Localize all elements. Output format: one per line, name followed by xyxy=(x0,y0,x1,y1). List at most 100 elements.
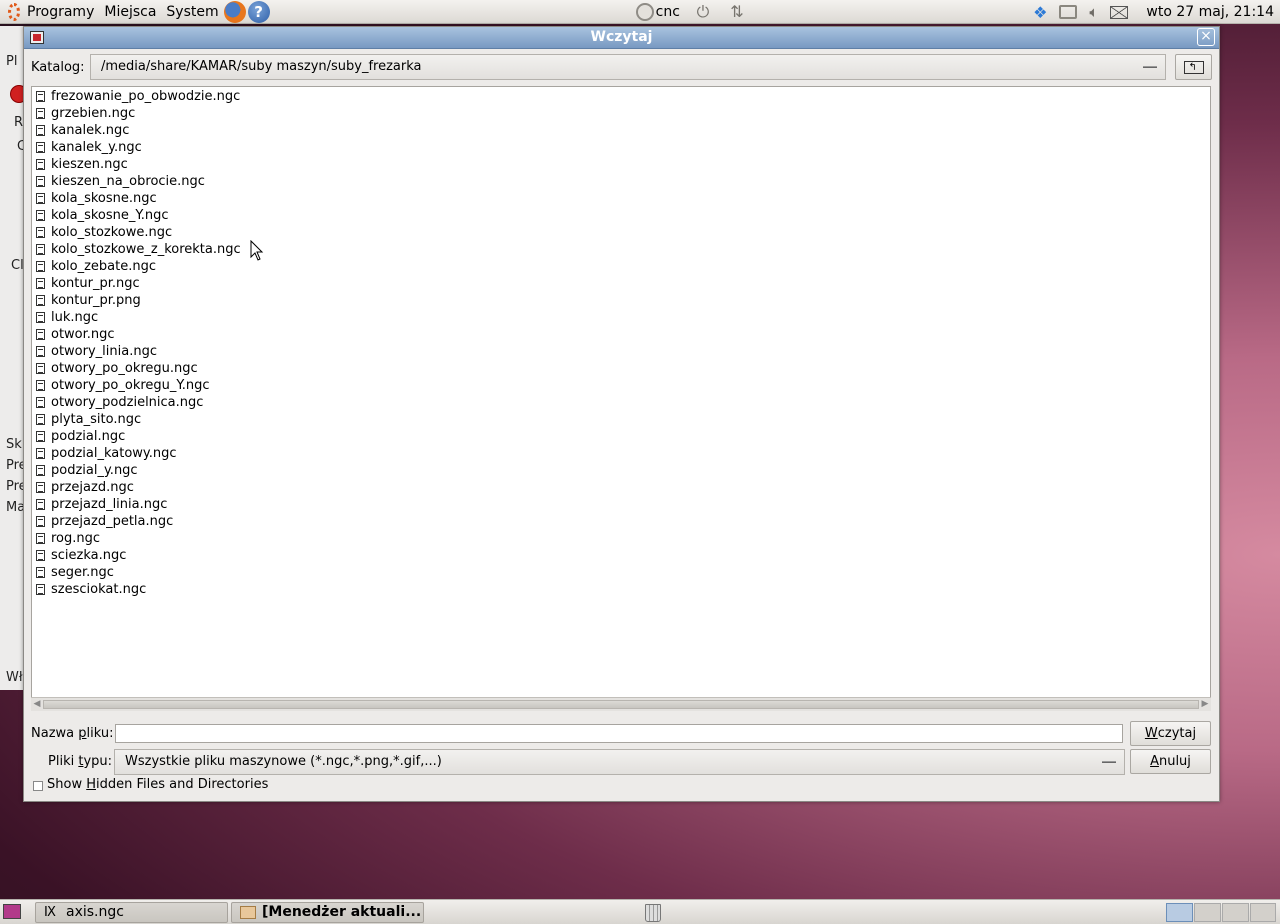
background-window: Pl R C Cl Sk Pre Pre Ma Wł xyxy=(0,26,28,690)
file-icon xyxy=(36,465,45,476)
filename-input[interactable] xyxy=(115,724,1123,743)
clock[interactable]: wto 27 maj, 21:14 xyxy=(1140,4,1274,20)
file-icon xyxy=(36,227,45,238)
file-list-item[interactable]: podzial_y.ngc xyxy=(32,462,1210,479)
file-icon xyxy=(36,397,45,408)
file-icon xyxy=(36,278,45,289)
file-list-item[interactable]: przejazd_linia.ngc xyxy=(32,496,1210,513)
file-list-item[interactable]: seger.ngc xyxy=(32,564,1210,581)
file-list-item[interactable]: otwory_po_okregu.ngc xyxy=(32,360,1210,377)
volume-icon[interactable]: 🔈︎ xyxy=(1089,3,1098,21)
file-list-item[interactable]: kieszen.ngc xyxy=(32,156,1210,173)
file-icon xyxy=(36,380,45,391)
bg-fragment: Sk xyxy=(6,437,22,452)
file-list-item[interactable]: plyta_sito.ngc xyxy=(32,411,1210,428)
file-list-item[interactable]: kontur_pr.ngc xyxy=(32,275,1210,292)
scroll-left-icon[interactable]: ◀ xyxy=(32,698,42,711)
file-list-item[interactable]: kolo_stozkowe_z_korekta.ngc xyxy=(32,241,1210,258)
taskbar-item-axis[interactable]: Ⅸ axis.ngc xyxy=(35,902,228,923)
file-list-item[interactable]: kolo_stozkowe.ngc xyxy=(32,224,1210,241)
file-list-item[interactable]: kanalek_y.ngc xyxy=(32,139,1210,156)
firefox-icon[interactable] xyxy=(223,0,246,23)
file-list-item[interactable]: otwor.ngc xyxy=(32,326,1210,343)
workspace-3[interactable] xyxy=(1222,903,1249,922)
filetype-combo[interactable]: Wszystkie pliku maszynowe (*.ngc,*.png,*… xyxy=(114,749,1125,775)
file-name: kontur_pr.ngc xyxy=(51,276,140,291)
network-icon[interactable]: ⇅ xyxy=(726,2,748,21)
file-list-item[interactable]: kontur_pr.png xyxy=(32,292,1210,309)
file-list-item[interactable]: otwory_linia.ngc xyxy=(32,343,1210,360)
file-list-item[interactable]: podzial.ngc xyxy=(32,428,1210,445)
file-list-item[interactable]: kieszen_na_obrocie.ngc xyxy=(32,173,1210,190)
file-name: kola_skosne_Y.ngc xyxy=(51,208,169,223)
trash-icon[interactable] xyxy=(645,904,661,922)
mail-icon[interactable] xyxy=(1110,5,1129,19)
file-name: sciezka.ngc xyxy=(51,548,127,563)
file-list-item[interactable]: podzial_katowy.ngc xyxy=(32,445,1210,462)
file-list[interactable]: frezowanie_po_obwodzie.ngc grzebien.ngc ka… xyxy=(31,86,1211,711)
load-button[interactable]: Wczytaj xyxy=(1130,721,1211,746)
file-name: podzial_y.ngc xyxy=(51,463,138,478)
show-desktop-icon[interactable] xyxy=(3,904,21,919)
workspace-2[interactable] xyxy=(1194,903,1221,922)
file-icon xyxy=(36,499,45,510)
file-list-item[interactable]: sciezka.ngc xyxy=(32,547,1210,564)
directory-combo[interactable]: /media/share/KAMAR/suby maszyn/suby_frez… xyxy=(90,54,1166,80)
close-icon[interactable]: × xyxy=(1197,28,1215,46)
file-name: frezowanie_po_obwodzie.ngc xyxy=(51,89,241,104)
workspace-4[interactable] xyxy=(1250,903,1276,922)
file-name: kola_skosne.ngc xyxy=(51,191,157,206)
display-icon[interactable] xyxy=(1059,5,1078,19)
file-icon xyxy=(36,414,45,425)
scroll-right-icon[interactable]: ▶ xyxy=(1200,698,1210,711)
horizontal-scrollbar[interactable]: ◀ ▶ xyxy=(31,697,1211,711)
cancel-button[interactable]: Anuluj xyxy=(1130,749,1211,774)
file-list-item[interactable]: przejazd_petla.ngc xyxy=(32,513,1210,530)
file-list-item[interactable]: luk.ngc xyxy=(32,309,1210,326)
scrollbar-thumb[interactable] xyxy=(43,700,1199,709)
file-icon xyxy=(36,176,45,187)
file-icon xyxy=(36,516,45,527)
file-list-item[interactable]: grzebien.ngc xyxy=(32,105,1210,122)
menu-miejsca[interactable]: Miejsca xyxy=(99,0,161,24)
filetype-label: Pliki typu: xyxy=(48,754,113,769)
menu-system[interactable]: System xyxy=(161,0,223,24)
user-status-icon xyxy=(635,2,654,21)
file-list-item[interactable]: frezowanie_po_obwodzie.ngc xyxy=(32,88,1210,105)
file-name: przejazd_petla.ngc xyxy=(51,514,174,529)
dropbox-icon[interactable]: ❖ xyxy=(1033,3,1047,22)
menu-programy[interactable]: Programy xyxy=(22,0,99,24)
parent-directory-button[interactable]: ↰ xyxy=(1175,54,1212,80)
file-name: otwory_podzielnica.ngc xyxy=(51,395,204,410)
taskbar-item-update-manager[interactable]: [Menedżer aktuali... xyxy=(231,902,424,923)
file-icon xyxy=(36,550,45,561)
file-list-item[interactable]: kola_skosne.ngc xyxy=(32,190,1210,207)
file-list-item[interactable]: kolo_zebate.ngc xyxy=(32,258,1210,275)
file-name: otwor.ngc xyxy=(51,327,115,342)
dialog-titlebar[interactable]: Wczytaj × xyxy=(24,27,1219,49)
file-list-item[interactable]: szesciokat.ngc xyxy=(32,581,1210,598)
file-icon xyxy=(36,567,45,578)
file-name: kanalek.ngc xyxy=(51,123,130,138)
ubuntu-logo-icon[interactable] xyxy=(0,1,22,23)
file-name: kolo_zebate.ngc xyxy=(51,259,156,274)
file-list-item[interactable]: rog.ngc xyxy=(32,530,1210,547)
file-name: kieszen_na_obrocie.ngc xyxy=(51,174,205,189)
help-icon[interactable]: ? xyxy=(247,0,270,23)
window-menu-icon[interactable] xyxy=(30,31,44,44)
file-list-item[interactable]: otwory_podzielnica.ngc xyxy=(32,394,1210,411)
file-list-item[interactable]: przejazd.ngc xyxy=(32,479,1210,496)
file-name: kieszen.ngc xyxy=(51,157,128,172)
show-hidden-label[interactable]: Show Hidden Files and Directories xyxy=(47,777,268,792)
show-hidden-checkbox[interactable] xyxy=(33,781,43,791)
power-icon[interactable]: ⏻ xyxy=(692,2,714,22)
file-list-item[interactable]: kanalek.ngc xyxy=(32,122,1210,139)
filetype-value: Wszystkie pliku maszynowe (*.ngc,*.png,*… xyxy=(125,754,442,769)
file-list-item[interactable]: kola_skosne_Y.ngc xyxy=(32,207,1210,224)
workspace-1[interactable] xyxy=(1166,903,1193,922)
file-name: rog.ngc xyxy=(51,531,101,546)
file-icon xyxy=(36,312,45,323)
file-list-item[interactable]: otwory_po_okregu_Y.ngc xyxy=(32,377,1210,394)
file-name: grzebien.ngc xyxy=(51,106,136,121)
user-menu[interactable]: cnc xyxy=(635,2,680,21)
